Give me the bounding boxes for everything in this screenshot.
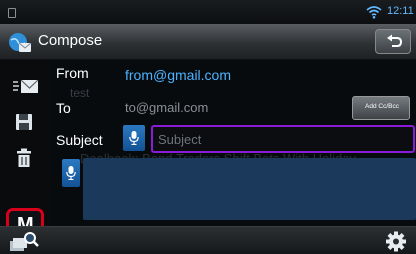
compose-screen: 12:11 Compose M test From from@gmail.com… [0, 0, 416, 254]
back-button[interactable] [375, 29, 411, 54]
notification-icon [8, 8, 16, 18]
trash-icon [17, 148, 31, 167]
search-browse-icon[interactable] [8, 230, 44, 253]
send-mail-icon [13, 79, 39, 93]
to-label: To [56, 100, 71, 116]
title-bar: Compose [0, 24, 416, 60]
body-voice-button[interactable] [62, 159, 80, 187]
wifi-icon [366, 6, 382, 19]
email-globe-icon [9, 33, 32, 52]
page-title: Compose [38, 32, 103, 49]
status-bar: 12:11 [0, 0, 416, 24]
message-body-input[interactable] [83, 158, 416, 220]
to-value: to@gmail.com [125, 100, 209, 115]
subject-input[interactable]: Subject [151, 125, 415, 153]
subject-label: Subject [56, 132, 103, 148]
microphone-icon [66, 166, 76, 180]
add-cc-bcc-button[interactable]: Add Cc/Bcc [352, 96, 410, 120]
compose-form: test Dealbook: Bond Traders Shift Bets W… [50, 60, 416, 226]
gear-icon[interactable] [383, 230, 409, 253]
ghost-text: test [70, 86, 90, 100]
back-arrow-icon [387, 34, 403, 47]
delete-button[interactable] [7, 142, 43, 174]
save-icon [16, 114, 32, 130]
send-button[interactable] [7, 72, 43, 104]
to-field[interactable]: to@gmail.com [120, 95, 350, 121]
save-button[interactable] [7, 106, 43, 138]
microphone-icon [129, 131, 139, 145]
from-label: From [56, 65, 89, 81]
bottom-bar [0, 226, 416, 254]
add-cc-bcc-label: Add Cc/Bcc [365, 103, 399, 110]
left-toolbar: M [0, 60, 50, 244]
clock: 12:11 [387, 5, 414, 17]
from-value: from@gmail.com [125, 67, 232, 83]
subject-voice-button[interactable] [123, 125, 145, 151]
subject-placeholder: Subject [158, 132, 202, 147]
